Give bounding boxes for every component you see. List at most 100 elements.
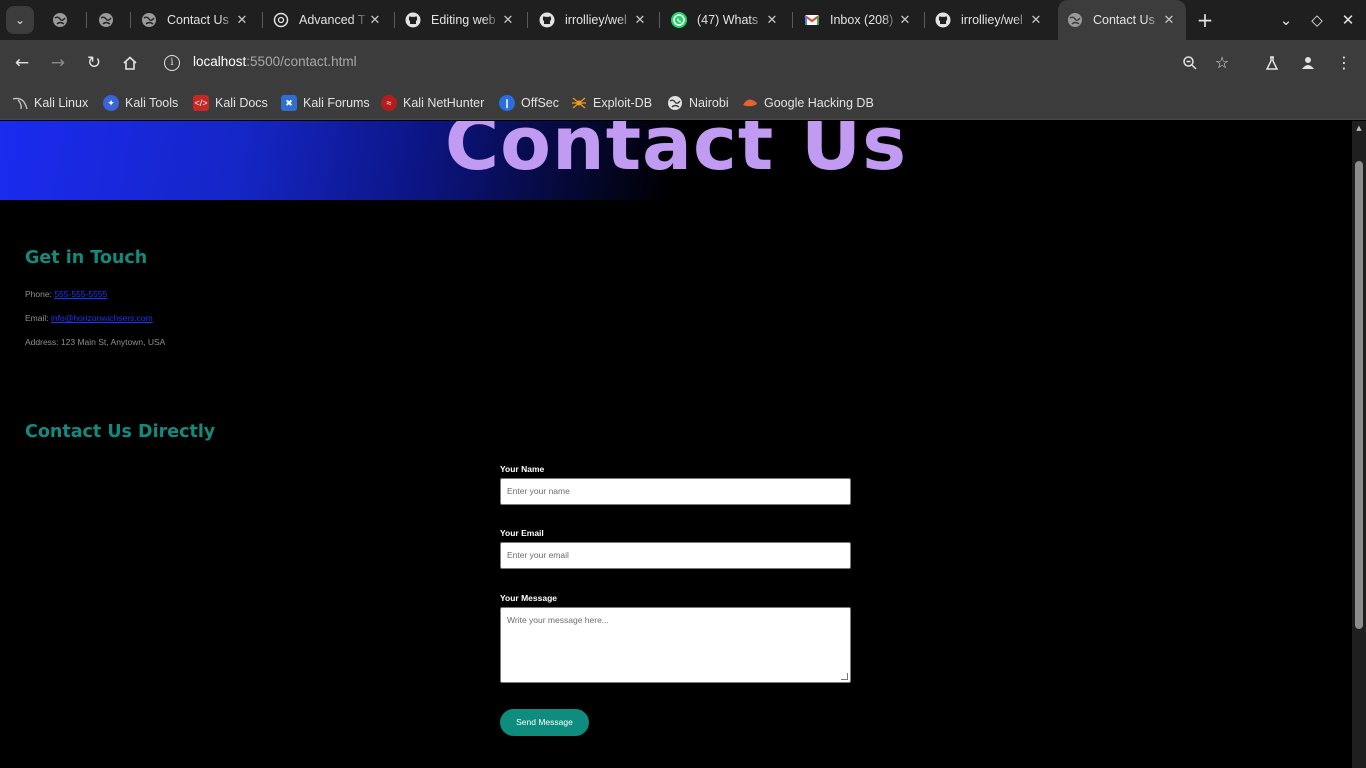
kali-dragon-icon (12, 95, 28, 111)
forward-icon[interactable]: → (46, 51, 70, 75)
url-text[interactable]: localhost:5500/contact.html (193, 54, 357, 69)
scroll-up-arrow-icon[interactable]: ▲ (1355, 124, 1363, 132)
browser-toolbar: ← → ↻ i localhost:5500/contact.html ☆ ⋮ (0, 40, 1366, 86)
tab-title: Contact Us (1093, 13, 1155, 27)
bookmark-label: Exploit-DB (593, 96, 653, 110)
globe-icon (52, 12, 68, 28)
tab-2[interactable] (98, 6, 130, 34)
contact-directly-heading: Contact Us Directly (25, 422, 216, 442)
kali-tools-icon: ✦ (103, 95, 119, 111)
bookmark-label: Kali Tools (125, 96, 179, 110)
tab-6[interactable]: irrolliey/wel ✕ (539, 6, 647, 34)
reload-icon[interactable]: ↻ (82, 51, 106, 75)
close-icon[interactable]: ✕ (765, 13, 779, 27)
nethunter-icon: ≈ (381, 95, 397, 111)
bookmark-kali-tools[interactable]: ✦ Kali Tools (103, 92, 178, 114)
bookmark-kali-forums[interactable]: ✖ Kali Forums (281, 92, 370, 114)
tab-3[interactable]: Contact Us ✕ (141, 6, 249, 34)
email-label: Email: (25, 313, 49, 323)
close-icon[interactable]: ✕ (898, 13, 912, 27)
close-icon[interactable]: ✕ (1029, 13, 1043, 27)
tab-title: irrolliey/wel (565, 13, 627, 27)
tab-separator (262, 12, 263, 28)
maximize-icon[interactable]: ◇ (1307, 10, 1327, 30)
info-icon[interactable]: i (164, 55, 180, 71)
tab-4[interactable]: Advanced T ✕ (273, 6, 382, 34)
tab-title: Contact Us (167, 13, 229, 27)
message-textarea[interactable]: Write your message here... (500, 607, 851, 683)
home-icon[interactable] (118, 51, 142, 75)
email-link[interactable]: info@horizonwichsers.com (51, 313, 153, 323)
page-scrollbar[interactable]: ▲ (1352, 121, 1366, 768)
tab-search-button[interactable]: ⌄ (6, 6, 34, 34)
new-tab-button[interactable]: + (1195, 10, 1215, 30)
email-input[interactable]: Enter your email (500, 542, 851, 569)
tab-separator (924, 12, 925, 28)
tab-7[interactable]: (47) Whats ✕ (671, 6, 779, 34)
globe-icon (667, 95, 683, 111)
name-input[interactable]: Enter your name (500, 478, 851, 505)
phone-link[interactable]: 555-555-5555 (54, 289, 107, 299)
message-placeholder: Write your message here... (507, 615, 609, 625)
close-icon[interactable]: ✕ (368, 13, 382, 27)
github-icon (539, 12, 555, 28)
tab-list-icon[interactable]: ⌄ (1276, 10, 1296, 30)
bookmark-label: Kali Forums (303, 96, 370, 110)
email-line: Email: info@horizonwichsers.com (25, 313, 153, 323)
close-icon[interactable]: ✕ (633, 13, 647, 27)
bookmark-kali-linux[interactable]: Kali Linux (12, 92, 88, 114)
tab-9[interactable]: irrolliey/wel ✕ (935, 6, 1043, 34)
close-icon[interactable]: ✕ (1162, 13, 1176, 27)
tab-separator (659, 12, 660, 28)
kali-forums-icon: ✖ (281, 95, 297, 111)
bookmark-star-icon[interactable]: ☆ (1210, 51, 1234, 75)
close-window-icon[interactable]: ✕ (1338, 10, 1358, 30)
tab-separator (130, 12, 131, 28)
github-icon (935, 12, 951, 28)
labs-flask-icon[interactable] (1260, 51, 1284, 75)
phone-label: Phone: (25, 289, 52, 299)
hero-banner: Contact Us (0, 121, 1352, 200)
globe-icon (1067, 12, 1083, 28)
zoom-icon[interactable] (1178, 51, 1202, 75)
bookmark-kali-nethunter[interactable]: ≈ Kali NetHunter (381, 92, 484, 114)
close-icon[interactable]: ✕ (501, 13, 515, 27)
url-path: :5500/contact.html (246, 54, 357, 69)
bookmark-exploit-db[interactable]: Exploit-DB (571, 92, 652, 114)
profile-icon[interactable] (1296, 51, 1320, 75)
close-icon[interactable]: ✕ (235, 13, 249, 27)
bookmark-google-hacking-db[interactable]: Google Hacking DB (742, 92, 874, 114)
bookmark-kali-docs[interactable]: </> Kali Docs (193, 92, 268, 114)
tab-title: irrolliey/wel (961, 13, 1023, 27)
back-icon[interactable]: ← (10, 51, 34, 75)
globe-icon (98, 12, 114, 28)
tab-title: Inbox (208) (830, 13, 894, 27)
offsec-icon: ❙ (499, 95, 515, 111)
bookmark-nairobi[interactable]: Nairobi (667, 92, 729, 114)
scroll-thumb[interactable] (1355, 161, 1363, 629)
tab-8[interactable]: Inbox (208) ✕ (804, 6, 912, 34)
github-icon (405, 12, 421, 28)
message-label: Your Message (500, 593, 558, 603)
tab-separator (394, 12, 395, 28)
tab-separator (86, 12, 87, 28)
tab-separator (527, 12, 528, 28)
tab-strip: ⌄ Contact Us ✕ Advanced T ✕ Editing web … (0, 0, 1366, 40)
ghdb-icon (742, 95, 758, 111)
resize-handle-icon[interactable] (841, 673, 848, 680)
bookmarks-bar: Kali Linux ✦ Kali Tools </> Kali Docs ✖ … (0, 86, 1366, 120)
menu-kebab-icon[interactable]: ⋮ (1332, 51, 1356, 75)
bookmark-offsec[interactable]: ❙ OffSec (499, 92, 559, 114)
send-message-button[interactable]: Send Message (500, 709, 589, 736)
openai-icon (273, 12, 289, 28)
address-bar[interactable]: i localhost:5500/contact.html (156, 46, 1236, 80)
tab-1[interactable] (52, 6, 84, 34)
tab-active[interactable]: Contact Us ✕ (1058, 0, 1186, 40)
tab-5[interactable]: Editing web ✕ (405, 6, 515, 34)
whatsapp-icon (671, 12, 687, 28)
bookmark-label: Kali NetHunter (403, 96, 485, 110)
get-in-touch-heading: Get in Touch (25, 248, 148, 268)
bookmark-label: Kali Docs (215, 96, 268, 110)
email-field-label: Your Email (500, 528, 544, 538)
bookmark-label: OffSec (521, 96, 559, 110)
